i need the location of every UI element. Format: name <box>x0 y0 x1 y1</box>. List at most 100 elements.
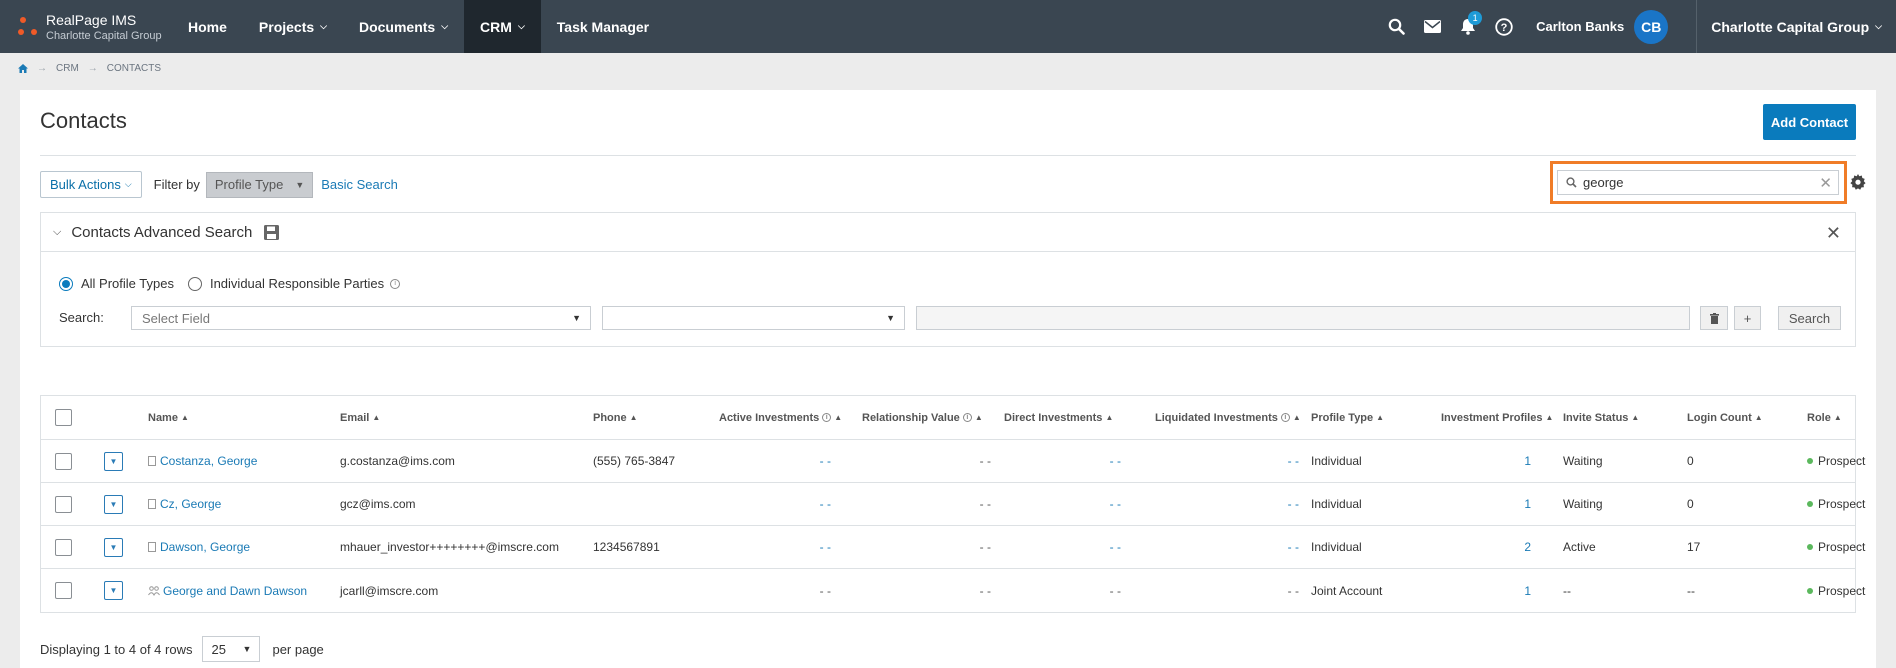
breadcrumb: → CRM → CONTACTS <box>18 63 161 74</box>
nav-crm-label: CRM <box>480 18 512 35</box>
header-phone[interactable]: Phone ▲ <box>593 396 638 439</box>
table-row: ▼ Costanza, George g.costanza@ims.com (5… <box>41 440 1865 483</box>
row-checkbox[interactable] <box>55 538 72 556</box>
add-contact-button[interactable]: Add Contact <box>1763 104 1856 140</box>
liquidated-investments-value[interactable]: - - <box>1249 440 1299 482</box>
nav-documents[interactable]: Documents ⌵ <box>343 0 464 53</box>
header-name[interactable]: Name ▲ <box>148 396 189 439</box>
bulk-actions-button[interactable]: Bulk Actions ⌵ <box>40 171 142 198</box>
contact-name-link[interactable]: George and Dawn Dawson <box>148 569 307 612</box>
person-icon <box>148 499 156 509</box>
liquidated-investments-value[interactable]: - - <box>1249 483 1299 525</box>
caret-down-icon: ▼ <box>242 644 252 654</box>
header-active-investments[interactable]: Active Investments i ▲ <box>719 396 842 439</box>
contact-email: mhauer_investor++++++++@imscre.com <box>340 540 559 554</box>
header-invite-status[interactable]: Invite Status ▲ <box>1563 396 1639 439</box>
row-expand-icon[interactable]: ▼ <box>104 581 123 600</box>
header-role[interactable]: Role ▲ <box>1807 396 1842 439</box>
per-page-select[interactable]: 25 ▼ <box>202 636 261 662</box>
table-row: ▼ Dawson, George mhauer_investor++++++++… <box>41 526 1865 569</box>
login-count-value: 0 <box>1687 497 1694 511</box>
chevron-down-icon: ⌵ <box>441 21 449 31</box>
info-icon[interactable]: i <box>390 278 401 289</box>
status-dot-icon <box>1807 544 1813 550</box>
liquidated-investments-value[interactable]: - - <box>1249 526 1299 568</box>
header-investment-profiles[interactable]: Investment Profiles ▲ <box>1441 396 1553 439</box>
direct-investments-value[interactable]: - - <box>1071 526 1121 568</box>
row-checkbox[interactable] <box>55 495 72 513</box>
help-icon[interactable]: ? <box>1486 0 1522 53</box>
row-checkbox[interactable] <box>55 582 72 599</box>
search-value-input[interactable] <box>916 306 1690 330</box>
sort-icon: ▲ <box>180 413 189 422</box>
per-page-label: per page <box>272 641 324 657</box>
row-expand-icon[interactable]: ▼ <box>104 494 123 514</box>
active-investments-value[interactable]: - - <box>781 526 831 568</box>
sort-icon: ▲ <box>1833 413 1842 422</box>
row-expand-icon[interactable]: ▼ <box>104 537 123 557</box>
save-icon[interactable] <box>264 224 280 240</box>
chevron-down-icon: ⌵ <box>1875 21 1882 31</box>
contact-name-link[interactable]: Cz, George <box>148 483 221 525</box>
direct-investments-value[interactable]: - - <box>1071 483 1121 525</box>
bell-icon[interactable]: 1 <box>1450 0 1486 53</box>
contact-name-link[interactable]: Costanza, George <box>148 440 257 482</box>
search-box: ✕ <box>1557 170 1839 195</box>
row-expand-icon[interactable]: ▼ <box>104 451 123 471</box>
notification-badge: 1 <box>1468 11 1483 25</box>
advanced-search-row: Search: Select Field ▼ ▼ + Search <box>59 306 1841 330</box>
nav-task-manager[interactable]: Task Manager <box>541 0 665 53</box>
breadcrumb-crm[interactable]: CRM <box>56 63 79 74</box>
org-switcher[interactable]: Charlotte Capital Group ⌵ <box>1696 0 1896 53</box>
app-logo[interactable]: RealPage IMS Charlotte Capital Group <box>0 0 178 53</box>
status-dot-icon <box>1807 501 1813 507</box>
nav-projects[interactable]: Projects ⌵ <box>243 0 343 53</box>
advanced-search-button[interactable]: Search <box>1778 306 1841 330</box>
header-active-investments-label: Active Investments <box>719 411 820 424</box>
contact-name-link[interactable]: Dawson, George <box>148 526 250 568</box>
nav-home[interactable]: Home <box>178 0 243 53</box>
radio-individual-responsible[interactable] <box>187 276 202 291</box>
investment-profiles-link[interactable]: 2 <box>1481 526 1531 568</box>
search-input[interactable] <box>1583 175 1803 190</box>
row-checkbox[interactable] <box>55 452 72 470</box>
gear-icon[interactable] <box>1850 174 1866 190</box>
investment-profiles-link[interactable]: 1 <box>1481 569 1531 612</box>
close-icon[interactable]: ✕ <box>1826 223 1841 244</box>
header-email[interactable]: Email ▲ <box>340 396 380 439</box>
header-liquidated-investments-label: Liquidated Investments <box>1155 411 1278 424</box>
select-all-checkbox[interactable] <box>55 409 72 426</box>
investment-profiles-link[interactable]: 1 <box>1481 440 1531 482</box>
login-count-value: -- <box>1687 583 1695 598</box>
add-row-button[interactable]: + <box>1734 306 1761 330</box>
header-direct-investments[interactable]: Direct Investments ▲ <box>1004 396 1113 439</box>
delete-row-button[interactable] <box>1700 306 1728 330</box>
investment-profiles-link[interactable]: 1 <box>1481 483 1531 525</box>
user-name[interactable]: Carlton Banks <box>1536 19 1624 34</box>
radio-irp-label: Individual Responsible Parties <box>209 276 385 291</box>
active-investments-value[interactable]: - - <box>781 483 831 525</box>
field-select[interactable]: Select Field ▼ <box>131 306 591 330</box>
basic-search-link[interactable]: Basic Search <box>321 177 398 192</box>
header-profile-type[interactable]: Profile Type ▲ <box>1311 396 1384 439</box>
chevron-down-icon[interactable]: ⌵ <box>53 226 61 239</box>
direct-investments-value[interactable]: - - <box>1071 440 1121 482</box>
contact-name: Cz, George <box>160 497 222 511</box>
svg-text:?: ? <box>1501 22 1508 34</box>
clear-search-icon[interactable]: ✕ <box>1819 174 1832 192</box>
contacts-table: Name ▲ Email ▲ Phone ▲ Active Investments i ▲… <box>40 395 1865 613</box>
header-login-count[interactable]: Login Count ▲ <box>1687 396 1763 439</box>
header-relationship-value[interactable]: Relationship Value i ▲ <box>862 396 983 439</box>
mail-icon[interactable] <box>1414 0 1450 53</box>
search-icon[interactable] <box>1378 0 1414 53</box>
header-liquidated-investments[interactable]: Liquidated Investments i ▲ <box>1155 396 1301 439</box>
home-icon[interactable] <box>18 64 28 73</box>
nav-crm[interactable]: CRM ⌵ <box>464 0 541 53</box>
profile-type-select[interactable]: Profile Type ▼ <box>205 171 314 198</box>
operator-select[interactable]: ▼ <box>602 306 905 330</box>
avatar[interactable]: CB <box>1634 9 1669 44</box>
sort-icon: ▲ <box>974 413 983 422</box>
radio-all-profile-types[interactable] <box>59 276 73 291</box>
info-icon: i <box>962 413 972 422</box>
active-investments-value[interactable]: - - <box>781 440 831 482</box>
